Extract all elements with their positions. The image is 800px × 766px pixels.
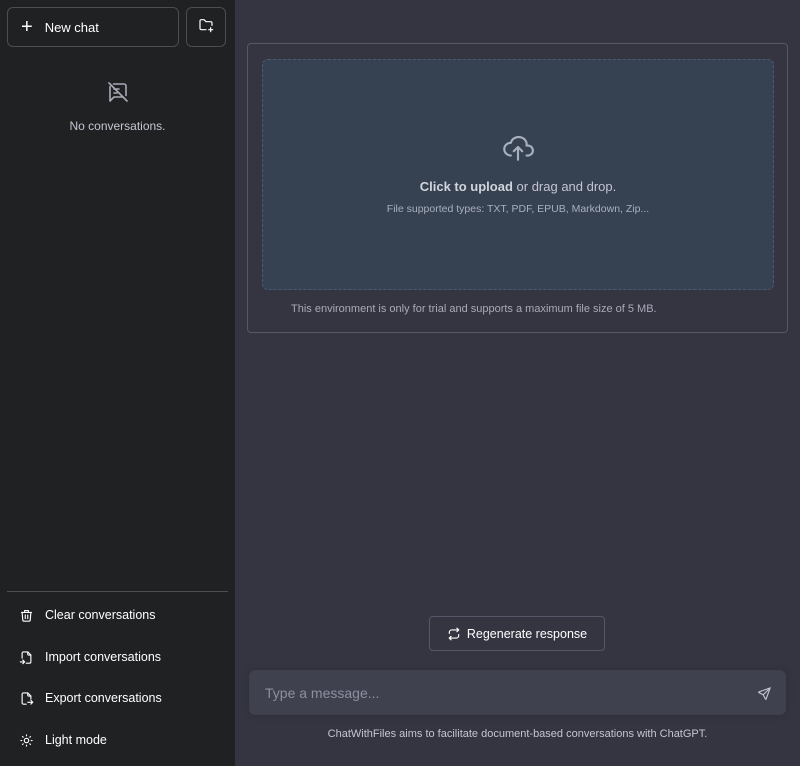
import-conversations-button[interactable]: Import conversations xyxy=(7,638,228,676)
clear-conversations-button[interactable]: Clear conversations xyxy=(7,596,228,634)
sidebar-item-label: Import conversations xyxy=(45,650,162,664)
no-messages-icon xyxy=(106,80,130,109)
cloud-upload-icon xyxy=(501,130,535,169)
upload-card: Click to upload or drag and drop. File s… xyxy=(247,43,788,333)
sidebar-item-label: Light mode xyxy=(45,733,107,747)
sidebar: + New chat No conversations. Clear conve… xyxy=(0,0,235,766)
drag-drop-text: or drag and drop. xyxy=(512,179,617,194)
supported-types: File supported types: TXT, PDF, EPUB, Ma… xyxy=(386,203,650,215)
light-mode-button[interactable]: Light mode xyxy=(7,721,228,759)
upload-instruction: Click to upload or drag and drop. xyxy=(420,179,617,194)
send-icon xyxy=(757,686,771,700)
footer-note: ChatWithFiles aims to facilitate documen… xyxy=(327,728,708,740)
regenerate-response-button[interactable]: Regenerate response xyxy=(429,616,605,651)
trash-icon xyxy=(18,607,34,623)
regenerate-label: Regenerate response xyxy=(466,626,588,641)
empty-label: No conversations. xyxy=(69,119,166,133)
message-input[interactable] xyxy=(250,671,740,714)
sidebar-divider xyxy=(7,591,228,592)
export-conversations-button[interactable]: Export conversations xyxy=(7,679,228,717)
folder-plus-icon xyxy=(198,17,214,38)
refresh-icon xyxy=(447,627,461,641)
sun-icon xyxy=(18,732,34,748)
plus-icon: + xyxy=(21,16,33,38)
send-button[interactable] xyxy=(755,684,773,702)
new-chat-label: New chat xyxy=(44,19,99,35)
empty-conversations: No conversations. xyxy=(0,80,235,133)
new-folder-button[interactable] xyxy=(186,7,226,47)
file-dropzone[interactable]: Click to upload or drag and drop. File s… xyxy=(262,59,774,290)
click-to-upload-link[interactable]: Click to upload xyxy=(420,179,513,194)
message-composer xyxy=(249,670,786,715)
file-export-icon xyxy=(18,690,34,706)
file-import-icon xyxy=(18,649,34,665)
new-chat-button[interactable]: + New chat xyxy=(7,7,179,47)
trial-note: This environment is only for trial and s… xyxy=(291,303,657,315)
sidebar-item-label: Export conversations xyxy=(45,691,162,705)
sidebar-item-label: Clear conversations xyxy=(45,608,156,622)
main-panel: Click to upload or drag and drop. File s… xyxy=(235,0,800,766)
